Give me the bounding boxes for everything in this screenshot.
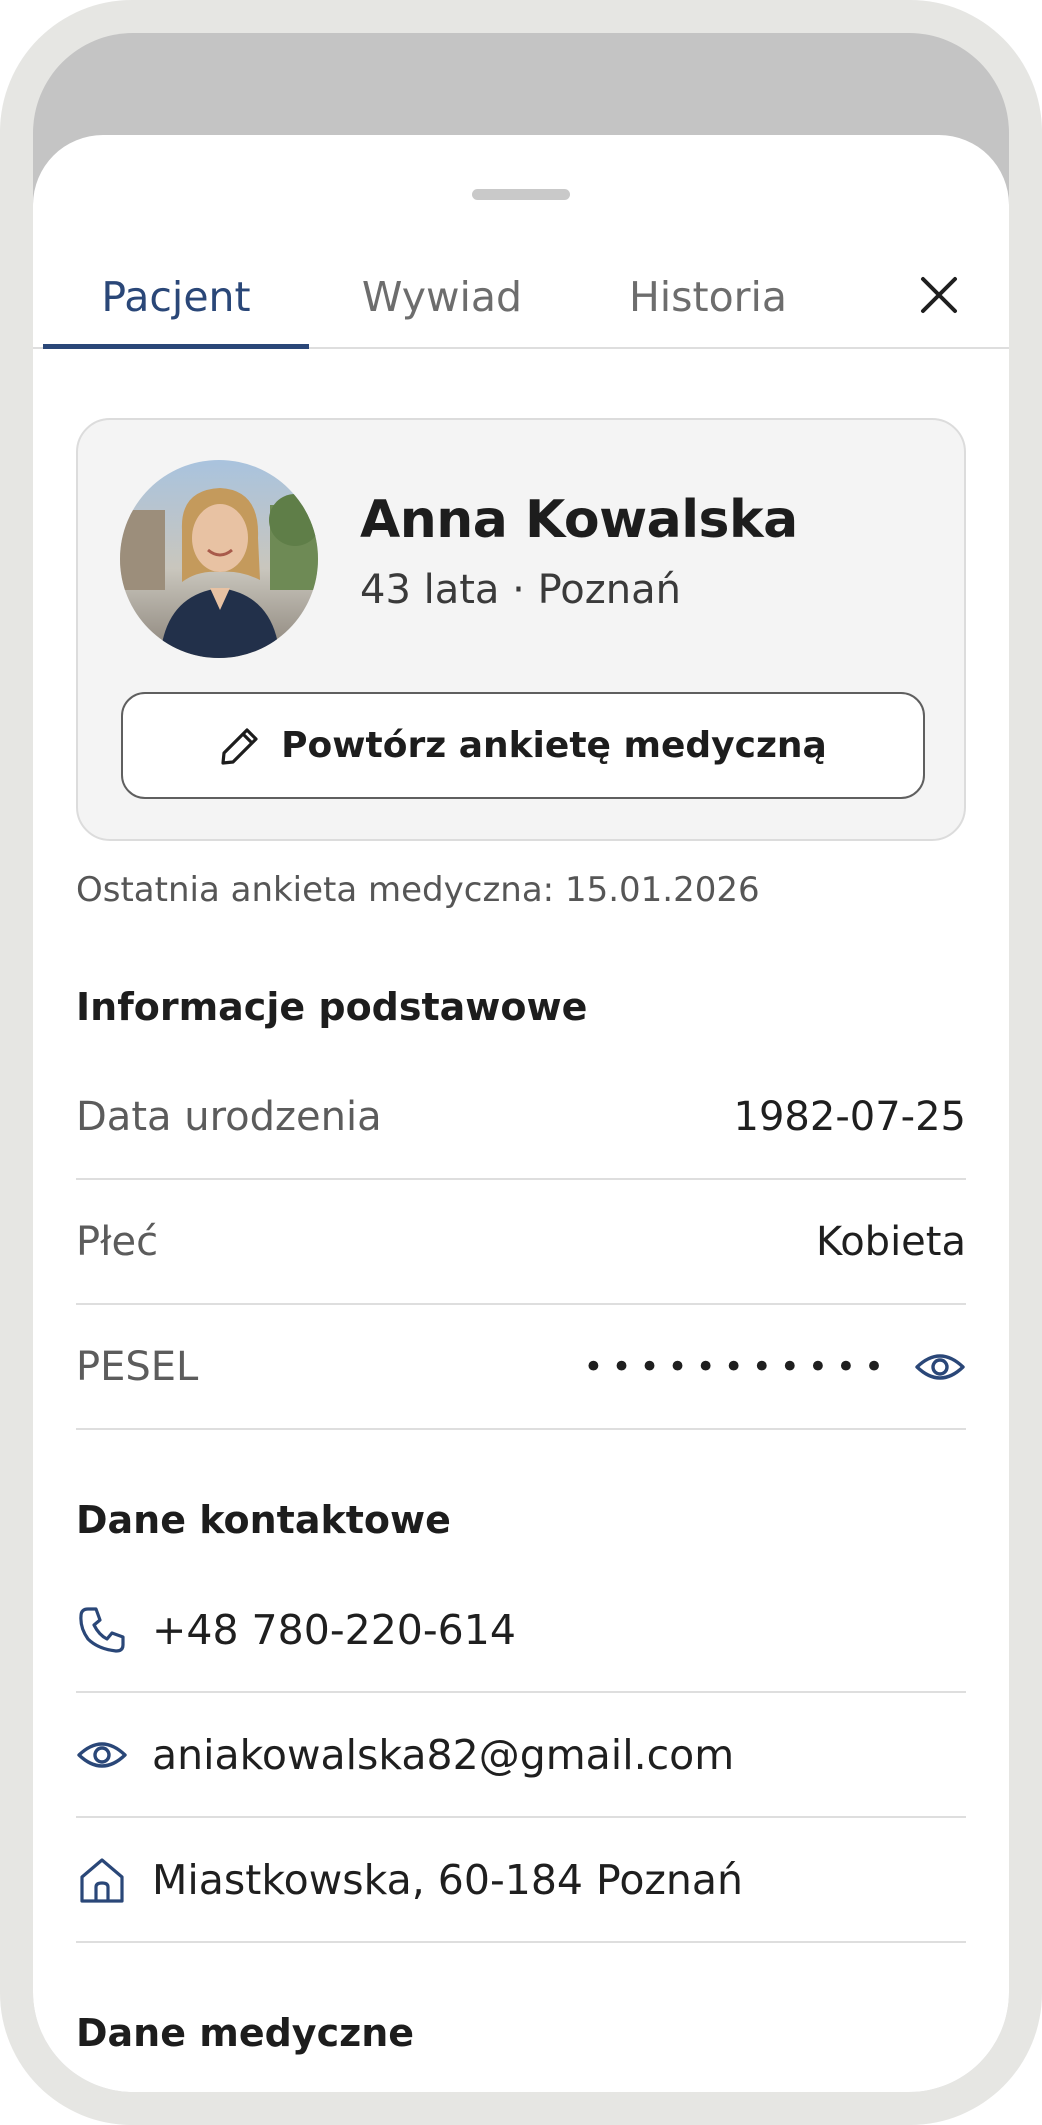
tab-bar: Pacjent Wywiad Historia [33,265,1009,349]
info-row-birthdate: Data urodzenia 1982-07-25 [76,1055,966,1180]
row-value: 1982-07-25 [733,1093,966,1140]
info-row-gender: Płeć Kobieta [76,1180,966,1305]
tab-historia[interactable]: Historia [575,273,841,321]
pencil-icon [221,727,258,765]
tab-wywiad[interactable]: Wywiad [309,273,575,321]
bottom-sheet: Pacjent Wywiad Historia Anna Kowalska 43… [33,135,1009,2092]
home-icon [76,1854,128,1906]
row-label: Data urodzenia [76,1093,382,1140]
contact-row-phone[interactable]: +48 780-220-614 [76,1568,966,1693]
patient-name: Anna Kowalska [360,490,798,550]
info-row-pesel: PESEL ••••••••••• [76,1305,966,1430]
repeat-survey-button[interactable]: Powtórz ankietę medyczną [121,692,925,799]
sheet-drag-handle[interactable] [472,189,570,200]
contact-row-email[interactable]: aniakowalska82@gmail.com [76,1693,966,1818]
tab-pacjent[interactable]: Pacjent [43,273,309,321]
repeat-survey-label: Powtórz ankietę medyczną [281,725,827,766]
row-label: PESEL [76,1343,199,1390]
close-button[interactable] [909,265,969,325]
eye-icon[interactable] [914,1347,966,1387]
medical-title: Dane medyczne [76,2011,415,2055]
pesel-masked-value: ••••••••••• [583,1346,892,1387]
phone-icon [76,1604,128,1656]
screen: Pacjent Wywiad Historia Anna Kowalska 43… [33,33,1009,2092]
close-icon [921,277,957,313]
contact-title: Dane kontaktowe [76,1498,451,1542]
last-survey-date: Ostatnia ankieta medyczna: 15.01.2026 [76,870,760,910]
contact-row-address[interactable]: Miastkowska, 60-184 Poznań [76,1818,966,1943]
basic-info-title: Informacje podstawowe [76,985,588,1029]
row-label: Płeć [76,1218,159,1265]
contact-phone: +48 780-220-614 [152,1605,516,1654]
patient-card: Anna Kowalska 43 lata · Poznań Powtórz a… [76,418,966,841]
contact-address: Miastkowska, 60-184 Poznań [152,1855,744,1904]
contact-email: aniakowalska82@gmail.com [152,1730,735,1779]
device-frame: Pacjent Wywiad Historia Anna Kowalska 43… [0,0,1042,2125]
patient-age-city: 43 lata · Poznań [360,567,681,613]
avatar [120,460,318,658]
row-value: Kobieta [815,1218,966,1265]
eye-icon [76,1729,128,1781]
active-tab-indicator [43,344,309,349]
